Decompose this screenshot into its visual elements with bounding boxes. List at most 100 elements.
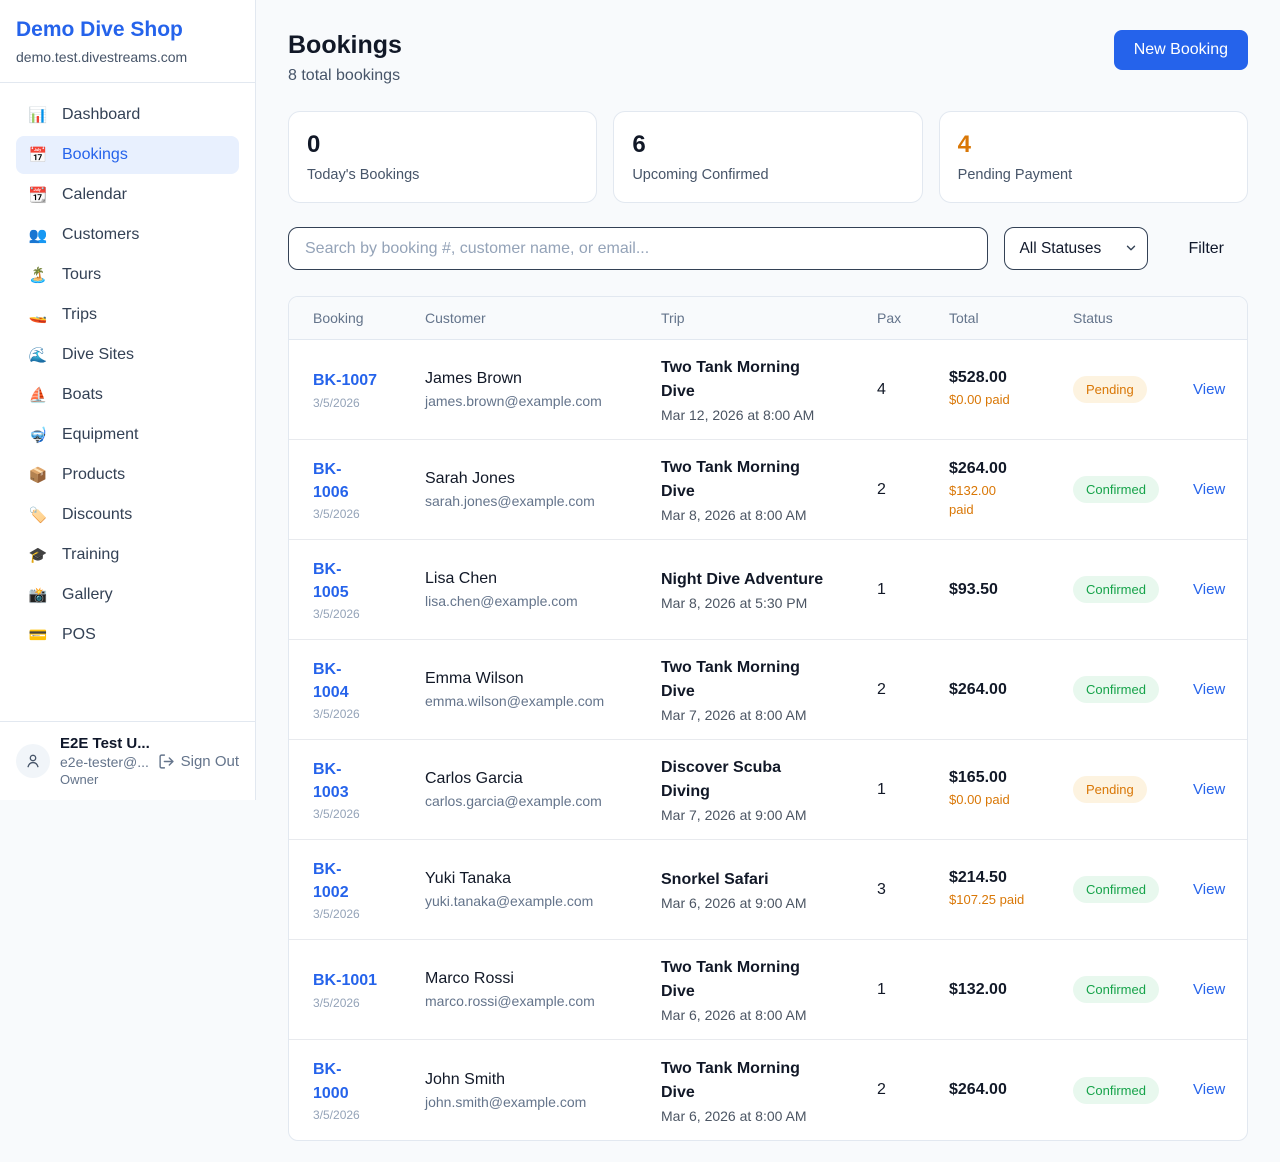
customers-icon: 👥 <box>28 226 48 244</box>
sidebar-item-label: Trips <box>62 306 97 324</box>
booking-id-link[interactable]: BK- 1003 <box>313 758 395 804</box>
person-icon <box>24 752 42 770</box>
actions-cell: View <box>1169 681 1247 699</box>
booking-created-date: 3/5/2026 <box>313 507 395 521</box>
customer-email: lisa.chen@example.com <box>425 593 631 609</box>
trip-cell: Discover Scuba DivingMar 7, 2026 at 9:00… <box>637 756 853 823</box>
trip-name: Two Tank Morning Dive <box>661 456 847 504</box>
stat-card-today-s-bookings: 0Today's Bookings <box>288 111 597 203</box>
view-link[interactable]: View <box>1193 781 1225 798</box>
sidebar-item-pos[interactable]: 💳 POS <box>16 616 239 654</box>
view-link[interactable]: View <box>1193 681 1225 698</box>
trip-name: Two Tank Morning Dive <box>661 656 847 704</box>
customer-name: Sarah Jones <box>425 470 631 488</box>
booking-id-link[interactable]: BK- 1004 <box>313 658 395 704</box>
customer-email: marco.rossi@example.com <box>425 993 631 1009</box>
booking-cell: BK-10073/5/2026 <box>289 369 401 409</box>
view-link[interactable]: View <box>1193 981 1225 998</box>
total-cell: $264.00$132.00 paid <box>925 460 1049 518</box>
sidebar-item-label: Calendar <box>62 186 127 204</box>
sidebar-item-bookings[interactable]: 📅 Bookings <box>16 136 239 174</box>
table-body: BK-10073/5/2026James Brownjames.brown@ex… <box>289 340 1247 1140</box>
sidebar-item-tours[interactable]: 🏝️ Tours <box>16 256 239 294</box>
sidebar-item-equipment[interactable]: 🤿Equipment <box>16 416 239 454</box>
customer-cell: Marco Rossimarco.rossi@example.com <box>401 970 637 1009</box>
sidebar-item-products[interactable]: 📦Products <box>16 456 239 494</box>
pos-icon: 💳 <box>28 626 48 644</box>
sidebar: Demo Dive Shop demo.test.divestreams.com… <box>0 0 256 800</box>
trip-datetime: Mar 6, 2026 at 9:00 AM <box>661 895 847 911</box>
sidebar-nav: 📊Dashboard📅Bookings📆Calendar👥Customers🏝️… <box>0 83 255 721</box>
booking-id-link[interactable]: BK- 1006 <box>313 458 395 504</box>
trip-cell: Night Dive AdventureMar 8, 2026 at 5:30 … <box>637 568 853 611</box>
booking-cell: BK- 10003/5/2026 <box>289 1058 401 1121</box>
view-link[interactable]: View <box>1193 581 1225 598</box>
total-cell: $264.00 <box>925 681 1049 699</box>
trip-cell: Snorkel Safari Mar 6, 2026 at 9:00 AM <box>637 868 853 911</box>
customer-cell: Carlos Garciacarlos.garcia@example.com <box>401 770 637 809</box>
products-icon: 📦 <box>28 466 48 484</box>
dive-sites-icon: 🌊 <box>28 346 48 364</box>
booking-created-date: 3/5/2026 <box>313 996 395 1010</box>
view-link[interactable]: View <box>1193 381 1225 398</box>
total-cell: $528.00$0.00 paid <box>925 369 1049 409</box>
total-cell: $264.00 <box>925 1081 1049 1099</box>
bookings-table: BookingCustomerTripPaxTotalStatus BK-100… <box>288 296 1248 1141</box>
sidebar-item-label: Tours <box>62 266 101 284</box>
sidebar-item-calendar[interactable]: 📆Calendar <box>16 176 239 214</box>
sidebar-item-discounts[interactable]: 🏷️Discounts <box>16 496 239 534</box>
sidebar-item-label: Bookings <box>62 146 128 164</box>
trip-cell: Two Tank Morning DiveMar 6, 2026 at 8:00… <box>637 1057 853 1124</box>
gallery-icon: 📸 <box>28 586 48 604</box>
status-filter-select[interactable]: All Statuses <box>1004 227 1148 270</box>
sidebar-item-gallery[interactable]: 📸Gallery <box>16 576 239 614</box>
sidebar-item-label: POS <box>62 626 96 644</box>
view-link[interactable]: View <box>1193 1081 1225 1098</box>
booking-cell: BK- 10033/5/2026 <box>289 758 401 821</box>
sidebar-item-label: Dashboard <box>62 106 140 124</box>
customer-email: carlos.garcia@example.com <box>425 793 631 809</box>
stat-label: Upcoming Confirmed <box>632 167 903 183</box>
customer-name: Emma Wilson <box>425 670 631 688</box>
table-row: BK-1001 3/5/2026 Marco Rossimarco.rossi@ex… <box>289 940 1247 1040</box>
filter-button[interactable]: Filter <box>1164 227 1248 270</box>
booking-id-link[interactable]: BK- 1002 <box>313 858 395 904</box>
booking-id-link[interactable]: BK-1007 <box>313 369 395 392</box>
customer-name: James Brown <box>425 370 631 388</box>
new-booking-button[interactable]: New Booking <box>1114 30 1248 70</box>
view-link[interactable]: View <box>1193 881 1225 898</box>
status-cell: Confirmed <box>1049 676 1169 703</box>
total-amount: $132.00 <box>949 981 1043 999</box>
bookings-icon: 📅 <box>28 146 48 164</box>
sidebar-item-dashboard[interactable]: 📊Dashboard <box>16 96 239 134</box>
sidebar-item-trips[interactable]: 🚤Trips <box>16 296 239 334</box>
customer-cell: James Brownjames.brown@example.com <box>401 370 637 409</box>
trip-name: Night Dive Adventure <box>661 568 847 592</box>
table-row: BK- 10003/5/2026John Smithjohn.smith@exa… <box>289 1040 1247 1140</box>
sidebar-item-boats[interactable]: ⛵Boats <box>16 376 239 414</box>
status-badge: Confirmed <box>1073 1077 1159 1104</box>
booking-id-link[interactable]: BK- 1005 <box>313 558 395 604</box>
status-cell: Confirmed <box>1049 1077 1169 1104</box>
table-header: BookingCustomerTripPaxTotalStatus <box>289 297 1247 340</box>
trip-name: Snorkel Safari <box>661 868 847 892</box>
sign-out-button[interactable]: Sign Out <box>158 753 239 770</box>
view-link[interactable]: View <box>1193 481 1225 498</box>
pax-cell: 1 <box>853 981 925 999</box>
pax-cell: 2 <box>853 681 925 699</box>
sidebar-item-customers[interactable]: 👥Customers <box>16 216 239 254</box>
sidebar-item-dive-sites[interactable]: 🌊Dive Sites <box>16 336 239 374</box>
sidebar-item-label: Boats <box>62 386 103 404</box>
sidebar-item-training[interactable]: 🎓Training <box>16 536 239 574</box>
shop-name[interactable]: Demo Dive Shop <box>16 18 239 42</box>
tours-icon: 🏝️ <box>28 266 48 284</box>
customer-cell: Sarah Jones sarah.jones@example.com <box>401 470 637 509</box>
app-root: Demo Dive Shop demo.test.divestreams.com… <box>0 0 1280 1162</box>
total-amount: $528.00 <box>949 369 1043 387</box>
column-header-total: Total <box>925 310 1049 326</box>
booking-id-link[interactable]: BK- 1000 <box>313 1058 395 1104</box>
search-input[interactable] <box>288 227 988 270</box>
booking-id-link[interactable]: BK-1001 <box>313 969 395 992</box>
customer-email: sarah.jones@example.com <box>425 493 631 509</box>
status-badge: Confirmed <box>1073 876 1159 903</box>
